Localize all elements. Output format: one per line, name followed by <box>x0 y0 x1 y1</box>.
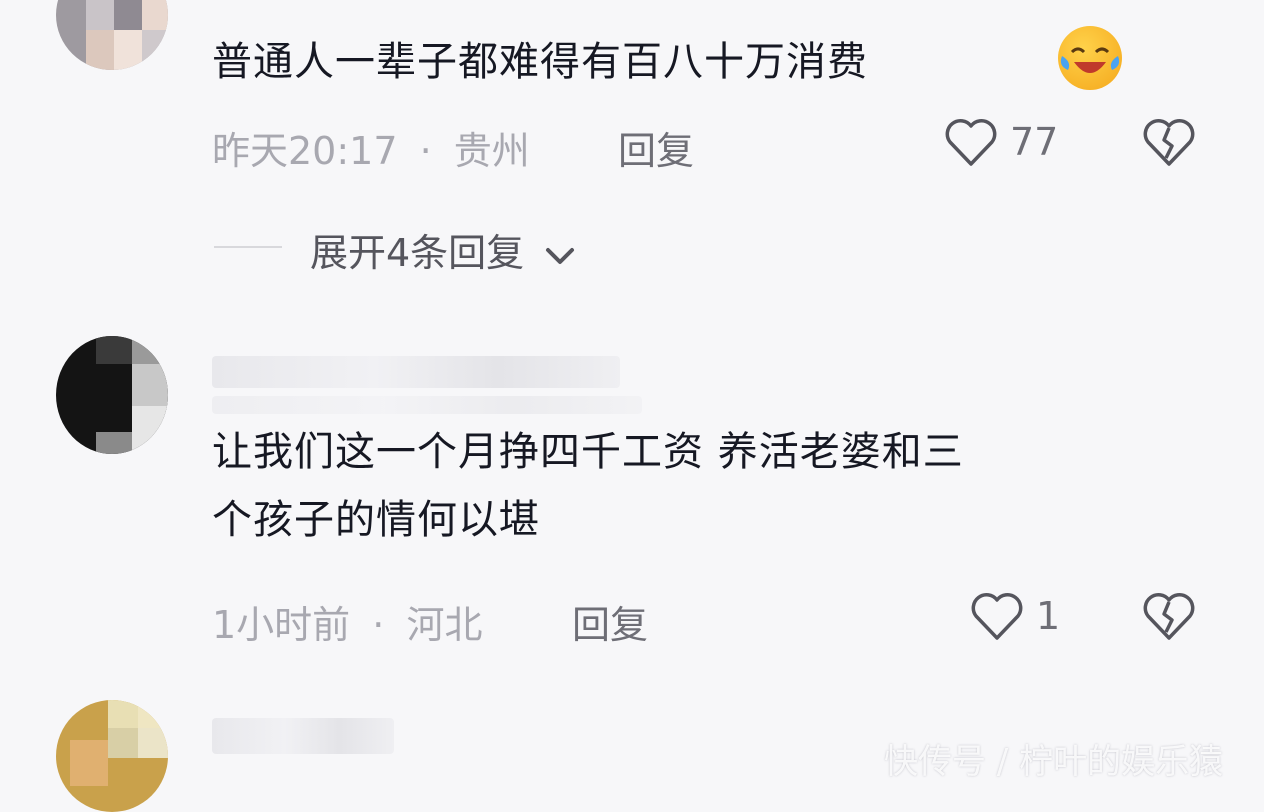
comment-meta: 昨天20:17 · 贵州 <box>212 120 530 175</box>
heart-outline-icon[interactable] <box>970 592 1024 646</box>
reply-label: 回复 <box>618 129 695 173</box>
broken-heart-icon[interactable] <box>1142 118 1196 172</box>
avatar-mosaic <box>142 0 168 30</box>
expand-divider <box>214 246 282 248</box>
blurred-username <box>212 718 394 754</box>
avatar-mosaic <box>96 336 132 364</box>
chevron-down-icon <box>546 247 575 264</box>
comment-time: 1小时前 <box>212 603 351 647</box>
reply-button[interactable]: 回复 <box>572 594 648 649</box>
laughing-tears-emoji-icon <box>1058 26 1122 90</box>
comment-time: 昨天20:17 <box>212 129 398 173</box>
avatar-mosaic <box>108 728 138 758</box>
blurred-username <box>212 396 642 414</box>
commenter-avatar[interactable] <box>56 0 168 70</box>
avatar-mosaic <box>86 30 114 70</box>
expand-replies-label: 展开4条回复 <box>310 231 525 275</box>
comment-meta: 1小时前 · 河北 <box>212 594 482 649</box>
meta-separator: · <box>419 129 432 173</box>
reply-button[interactable]: 回复 <box>618 120 694 175</box>
avatar-mosaic <box>70 740 108 786</box>
broken-heart-icon[interactable] <box>1142 592 1196 646</box>
avatar-mosaic <box>132 406 168 454</box>
avatar-mosaic <box>132 336 168 364</box>
comment-text-line: 个孩子的情何以堪 <box>212 497 540 543</box>
expand-replies-button[interactable]: 展开4条回复 <box>310 222 578 277</box>
reply-label: 回复 <box>572 603 649 647</box>
comment-location: 贵州 <box>453 129 530 173</box>
avatar-mosaic <box>132 364 168 406</box>
meta-separator: · <box>372 603 385 647</box>
avatar-mosaic <box>114 0 142 30</box>
avatar-mosaic <box>138 700 168 728</box>
commenter-avatar[interactable] <box>56 700 168 812</box>
avatar-mosaic <box>114 30 142 70</box>
comment-text: 让我们这一个月挣四千工资 养活老婆和三 个孩子的情何以堪 <box>212 418 964 554</box>
avatar-mosaic <box>86 0 114 30</box>
comment-text: 普通人一辈子都难得有百八十万消费 <box>212 28 868 96</box>
avatar-mosaic <box>96 432 132 454</box>
comment-text-content: 普通人一辈子都难得有百八十万消费 <box>212 39 868 85</box>
comment-text-line: 让我们这一个月挣四千工资 养活老婆和三 <box>212 429 964 475</box>
blurred-username <box>212 356 620 388</box>
like-count: 77 <box>1010 120 1059 164</box>
like-count: 1 <box>1036 594 1061 638</box>
laughing-tears-emoji-icon <box>1060 47 1120 73</box>
watermark: 快传号 / 柠叶的娱乐猿 <box>884 742 1224 782</box>
commenter-avatar[interactable] <box>56 336 168 454</box>
comment-location: 河北 <box>406 603 483 647</box>
heart-outline-icon[interactable] <box>944 118 998 172</box>
avatar-mosaic <box>138 728 168 758</box>
avatar-mosaic <box>108 700 138 728</box>
avatar-mosaic <box>142 30 168 70</box>
